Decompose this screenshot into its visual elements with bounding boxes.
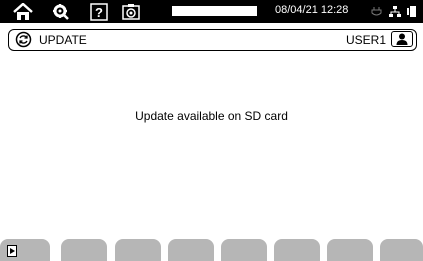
help-icon[interactable]: ? [88,2,110,21]
progress-fill [173,7,256,15]
battery-icon [407,6,416,17]
svg-text:?: ? [95,5,103,20]
power-plug-icon [371,7,382,16]
user-button[interactable] [391,31,413,47]
update-icon [15,31,32,53]
status-icons [371,6,417,17]
softkey-4[interactable] [168,239,214,261]
date-time: 08/04/21 12:28 [275,4,349,16]
softkey-bar [0,239,423,261]
softkey-8[interactable] [380,239,423,261]
page-title: UPDATE [39,33,87,47]
home-icon[interactable] [12,2,34,21]
softkey-1[interactable] [0,239,50,261]
play-icon [7,245,17,257]
settings-icon[interactable] [50,2,72,21]
camera-icon[interactable] [120,2,142,21]
user-label: USER1 [345,33,386,47]
status-message: Update available on SD card [135,109,288,123]
softkey-5[interactable] [221,239,267,261]
user-icon [396,33,408,45]
softkey-2[interactable] [61,239,107,261]
softkey-7[interactable] [327,239,373,261]
progress-bar [172,6,257,16]
network-icon [389,6,401,17]
top-status-bar: ? 08/04/21 12:28 [0,0,423,23]
softkey-3[interactable] [115,239,161,261]
softkey-6[interactable] [274,239,320,261]
title-bar: UPDATE USER1 [8,29,417,51]
